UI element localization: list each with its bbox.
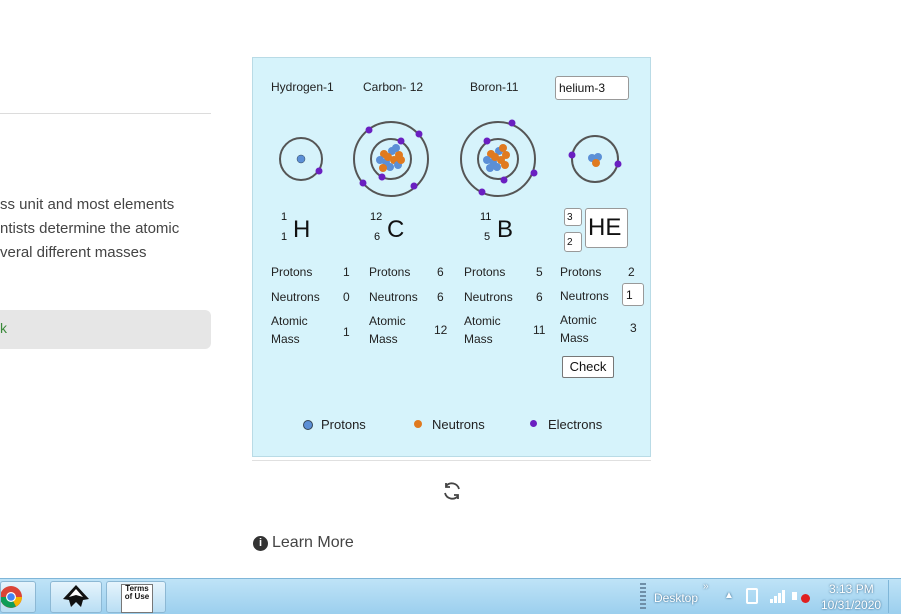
intro-line-3: veral different masses <box>0 244 147 261</box>
neutrons-legend-label: Neutrons <box>432 417 485 432</box>
hydrogen-mass-label: Mass <box>271 332 300 346</box>
hydrogen-atomic-mass-value: 1 <box>343 325 350 339</box>
show-desktop-button[interactable] <box>888 580 901 613</box>
element-name-input[interactable] <box>555 76 629 100</box>
divider <box>0 113 211 114</box>
hydrogen-symbol: H <box>293 216 311 243</box>
carbon-neutrons-label: Neutrons <box>369 290 418 304</box>
atomic-number-input[interactable] <box>564 232 582 252</box>
boron-mass-label: Mass <box>464 332 493 346</box>
carbon-atom-diagram <box>353 121 429 197</box>
hydrogen-proton <box>296 154 306 164</box>
clock-time[interactable]: 3:13 PM <box>829 582 874 596</box>
hydrogen-neutrons-value: 0 <box>343 290 350 304</box>
carbon-neutrons-value: 6 <box>437 290 444 304</box>
protons-legend-dot <box>303 420 313 430</box>
boron-protons-value: 5 <box>536 265 543 279</box>
carbon-atomic-number: 6 <box>374 231 381 243</box>
hydrogen-atomic-label: Atomic <box>271 314 308 328</box>
boron-neutrons-value: 6 <box>536 290 543 304</box>
carbon-mass-label: Mass <box>369 332 398 346</box>
helium-mass-label: Mass <box>560 331 589 345</box>
helium-atom-diagram <box>568 135 622 183</box>
inkscape-icon <box>63 585 89 607</box>
terms-taskbar-button[interactable]: Terms of Use <box>106 581 166 613</box>
mass-number-input[interactable] <box>564 208 582 226</box>
helium-protons-label: Protons <box>560 265 602 279</box>
atom-name-boron: Boron-11 <box>470 80 519 94</box>
atom-name-carbon: Carbon- 12 <box>363 80 424 94</box>
boron-neutrons-label: Neutrons <box>464 290 513 304</box>
learn-more-label: Learn More <box>272 534 354 551</box>
carbon-atomic-label: Atomic <box>369 314 406 328</box>
toolbar-grip <box>640 583 646 611</box>
hydrogen-electron <box>315 167 323 175</box>
hydrogen-protons-label: Protons <box>271 265 313 279</box>
hydrogen-atom-diagram <box>279 137 323 181</box>
helium-atomic-label: Atomic <box>560 313 597 327</box>
atom-name-hydrogen: Hydrogen-1 <box>271 80 334 94</box>
device-icon[interactable] <box>746 588 758 604</box>
protons-legend-label: Protons <box>321 417 366 432</box>
helium-protons-value: 2 <box>628 265 635 279</box>
isotope-simulation: Hydrogen-1 Carbon- 12 Boron-11 helium-3 … <box>252 57 651 457</box>
carbon-atomic-mass-value: 12 <box>434 323 448 337</box>
chrome-taskbar-button[interactable] <box>0 581 36 613</box>
carbon-protons-label: Protons <box>369 265 411 279</box>
boron-symbol: B <box>497 216 514 243</box>
answer-bar[interactable]: k <box>0 310 211 349</box>
boron-atom-diagram <box>460 119 538 197</box>
electrons-legend-dot <box>530 420 537 427</box>
clock-date[interactable]: 10/31/2020 <box>821 598 881 612</box>
boron-atomic-mass-value: 11 <box>533 323 546 337</box>
electrons-legend-label: Electrons <box>548 417 603 432</box>
carbon-symbol: C <box>387 216 405 243</box>
boron-mass-number: 11 <box>480 211 492 223</box>
boron-atomic-label: Atomic <box>464 314 501 328</box>
inkscape-taskbar-button[interactable] <box>50 581 102 613</box>
show-hidden-icons[interactable]: ▲ <box>724 590 734 601</box>
helium-neutrons-label: Neutrons <box>560 289 609 303</box>
answer-bar-text: k <box>0 320 7 336</box>
refresh-icon[interactable] <box>441 480 463 502</box>
neutrons-input[interactable] <box>622 283 644 306</box>
sim-divider <box>252 460 651 461</box>
check-button[interactable]: Check <box>562 356 614 378</box>
boron-atomic-number: 5 <box>484 231 491 243</box>
hydrogen-protons-value: 1 <box>343 265 350 279</box>
carbon-mass-number: 12 <box>370 211 383 223</box>
atom-diagrams <box>279 119 622 197</box>
toolbar-expand-icon[interactable]: » <box>703 581 709 592</box>
learn-more-link[interactable]: i Learn More <box>253 534 354 552</box>
element-symbol-input[interactable] <box>585 208 628 248</box>
carbon-protons-value: 6 <box>437 265 444 279</box>
neutrons-legend-dot <box>414 420 422 428</box>
helium-atomic-mass-value: 3 <box>630 321 637 335</box>
terms-of-use-icon: Terms of Use <box>121 584 153 613</box>
boron-protons-label: Protons <box>464 265 506 279</box>
info-icon: i <box>253 536 268 551</box>
intro-text: ss unit and most elements ntists determi… <box>0 193 179 265</box>
chrome-icon <box>1 586 22 608</box>
taskbar: Terms of Use Desktop » ▲ 3:13 PM 10/31/2… <box>0 578 901 614</box>
hydrogen-neutrons-label: Neutrons <box>271 290 320 304</box>
hydrogen-atomic-number: 1 <box>281 231 288 243</box>
intro-line-1: ss unit and most elements <box>0 196 175 213</box>
terms-of-use-label: Terms of Use <box>124 584 150 601</box>
hydrogen-mass-number: 1 <box>281 211 288 223</box>
intro-line-2: ntists determine the atomic <box>0 220 180 237</box>
desktop-toolbar-label[interactable]: Desktop <box>654 591 698 605</box>
